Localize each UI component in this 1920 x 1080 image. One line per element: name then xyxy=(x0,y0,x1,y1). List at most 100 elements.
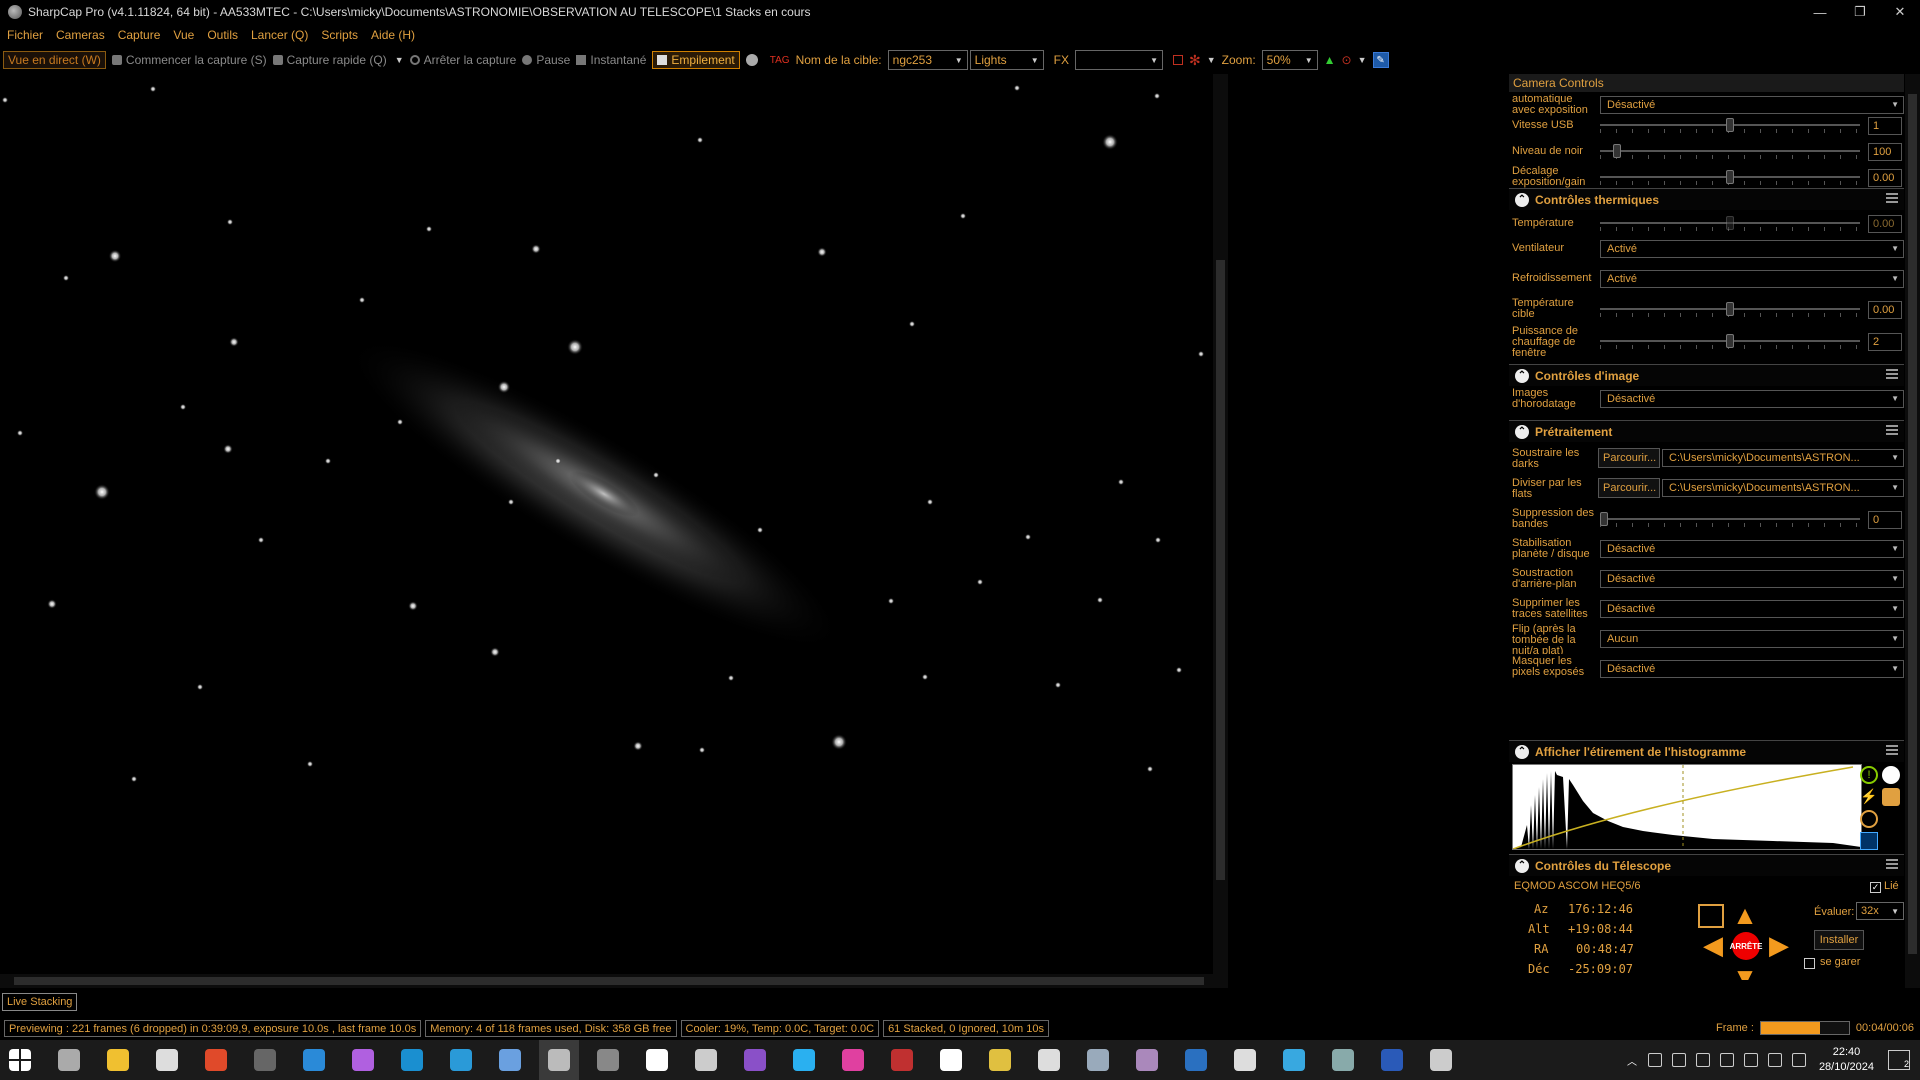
app-icon[interactable] xyxy=(1323,1040,1363,1080)
app-icon[interactable] xyxy=(1127,1040,1167,1080)
telescope-section-header[interactable]: ⌃ Contrôles du Télescope xyxy=(1509,854,1904,876)
hamburger-menu-icon[interactable] xyxy=(1886,745,1898,755)
menu-view[interactable]: Vue xyxy=(173,28,194,42)
maximize-button[interactable]: ❐ xyxy=(1840,0,1880,24)
app-icon[interactable] xyxy=(1372,1040,1412,1080)
selection-area-icon[interactable] xyxy=(1172,55,1183,65)
viewer-vertical-scrollbar[interactable] xyxy=(1213,74,1228,974)
app-icon[interactable] xyxy=(686,1040,726,1080)
start-capture-button[interactable]: Commencer la capture (S) xyxy=(111,53,267,67)
image-viewer[interactable] xyxy=(0,74,1213,974)
histogram-plot[interactable] xyxy=(1512,764,1862,850)
panel-scrollbar[interactable] xyxy=(1905,74,1920,988)
stop-capture-button[interactable]: Arrêter la capture xyxy=(409,53,516,67)
app-icon[interactable] xyxy=(1176,1040,1216,1080)
file-explorer-icon[interactable] xyxy=(98,1040,138,1080)
north-arrow-icon[interactable]: ▲ xyxy=(1730,900,1760,930)
timestamp-select[interactable]: Désactivé ▼ xyxy=(1600,390,1904,408)
app-icon[interactable] xyxy=(1274,1040,1314,1080)
app-icon[interactable] xyxy=(637,1040,677,1080)
flats-path-select[interactable]: C:\Users\micky\Documents\ASTRON... ▼ xyxy=(1662,479,1904,497)
linked-checkbox[interactable]: ✓ xyxy=(1870,882,1881,893)
histogram-section-header[interactable]: ⌃ Afficher l'étirement de l'histogramme xyxy=(1509,740,1904,762)
collapse-icon[interactable]: ⌃ xyxy=(1515,858,1529,873)
collapse-icon[interactable]: ⌃ xyxy=(1515,744,1529,759)
west-arrow-icon[interactable]: ◀ xyxy=(1698,930,1728,960)
chat-icon[interactable] xyxy=(441,1040,481,1080)
collapse-icon[interactable]: ⌃ xyxy=(1515,192,1529,207)
target-temp-slider[interactable] xyxy=(1600,302,1860,317)
cloud-icon[interactable] xyxy=(1671,1053,1686,1067)
zoom-tool-icon[interactable]: ⊙ xyxy=(1342,53,1352,67)
park-checkbox[interactable] xyxy=(1804,958,1815,969)
rate-select[interactable]: 32x ▼ xyxy=(1856,902,1904,920)
sharpcap-icon[interactable] xyxy=(539,1040,579,1080)
banding-slider[interactable] xyxy=(1600,512,1860,527)
menu-tools[interactable]: Outils xyxy=(207,28,238,42)
app-icon[interactable] xyxy=(931,1040,971,1080)
window-heater-slider[interactable] xyxy=(1600,334,1860,349)
app-icon[interactable] xyxy=(588,1040,628,1080)
close-button[interactable]: ✕ xyxy=(1880,0,1920,24)
notion-icon[interactable] xyxy=(245,1040,285,1080)
east-arrow-icon[interactable]: ▶ xyxy=(1764,930,1794,960)
chevron-up-icon[interactable]: ︿ xyxy=(1627,1053,1637,1068)
stacking-button[interactable]: Empilement xyxy=(652,51,740,69)
battery-icon[interactable] xyxy=(1719,1053,1734,1067)
crosshair-icon[interactable]: ✻ xyxy=(1189,52,1201,69)
menu-file[interactable]: Fichier xyxy=(7,28,43,42)
settings-icon[interactable] xyxy=(147,1040,187,1080)
satellite-trails-select[interactable]: Désactivé ▼ xyxy=(1600,600,1904,618)
stabilisation-select[interactable]: Désactivé ▼ xyxy=(1600,540,1904,558)
fx-combo[interactable]: ▼ xyxy=(1074,50,1163,70)
app-icon[interactable] xyxy=(735,1040,775,1080)
menu-launch[interactable]: Lancer (Q) xyxy=(251,28,308,42)
app-icon[interactable] xyxy=(196,1040,236,1080)
image-controls-section-header[interactable]: ⌃ Contrôles d'image xyxy=(1509,364,1904,386)
edge-icon[interactable] xyxy=(392,1040,432,1080)
pause-button[interactable]: Pause xyxy=(522,53,570,67)
histogram-icon[interactable]: ▲ xyxy=(1324,53,1336,67)
black-level-slider[interactable] xyxy=(1600,144,1860,159)
exposure-gain-offset-slider[interactable] xyxy=(1600,170,1860,185)
flip-select[interactable]: Aucun ▼ xyxy=(1600,630,1904,648)
sequencer-icon[interactable] xyxy=(745,54,758,66)
chevron-down-icon[interactable]: ▼ xyxy=(395,55,404,65)
app-icon[interactable] xyxy=(1029,1040,1069,1080)
menu-scripts[interactable]: Scripts xyxy=(321,28,358,42)
auto-stretch-icon[interactable]: ! xyxy=(1860,766,1878,784)
start-icon[interactable] xyxy=(0,1040,40,1080)
target-temp-value[interactable]: 0.00 xyxy=(1868,301,1902,319)
goto-icon[interactable] xyxy=(1698,904,1724,928)
messenger-icon[interactable] xyxy=(343,1040,383,1080)
lightning-icon[interactable]: ⚡ xyxy=(1860,788,1878,806)
browse-darks-button[interactable]: Parcourir... xyxy=(1598,448,1660,468)
vpn-icon[interactable] xyxy=(490,1040,530,1080)
minimize-button[interactable]: — xyxy=(1800,0,1840,24)
app-icon[interactable] xyxy=(1078,1040,1118,1080)
collapse-icon[interactable]: ⌃ xyxy=(1515,424,1529,439)
usb-speed-value[interactable]: 1 xyxy=(1868,117,1902,135)
zoom-combo[interactable]: 50% ▼ xyxy=(1261,50,1318,70)
frame-type-combo[interactable]: Lights ▼ xyxy=(969,50,1044,70)
hamburger-menu-icon[interactable] xyxy=(1886,193,1898,203)
darks-path-select[interactable]: C:\Users\micky\Documents\ASTRON... ▼ xyxy=(1662,449,1904,467)
cooling-select[interactable]: Activé ▼ xyxy=(1600,270,1904,288)
reset-icon[interactable] xyxy=(1860,810,1878,828)
save-icon[interactable] xyxy=(1860,832,1878,850)
menu-cameras[interactable]: Cameras xyxy=(56,28,105,42)
chevron-down-icon[interactable]: ▼ xyxy=(1358,55,1367,65)
quick-capture-button[interactable]: Capture rapide (Q) ▼ xyxy=(272,53,404,67)
window-heater-value[interactable]: 2 xyxy=(1868,333,1902,351)
brush-icon[interactable]: ✎ xyxy=(1372,52,1389,68)
thermal-section-header[interactable]: ⌃ Contrôles thermiques xyxy=(1509,188,1904,210)
hamburger-menu-icon[interactable] xyxy=(1886,369,1898,379)
app-icon[interactable] xyxy=(1225,1040,1265,1080)
stop-button[interactable]: ARRÊTE xyxy=(1730,932,1762,960)
menu-help[interactable]: Aide (H) xyxy=(371,28,415,42)
notification-icon[interactable]: 2 xyxy=(1888,1050,1910,1070)
display-icon[interactable] xyxy=(1695,1053,1710,1067)
app-icon[interactable] xyxy=(882,1040,922,1080)
task-view-icon[interactable] xyxy=(49,1040,89,1080)
sample-icon[interactable] xyxy=(1882,788,1900,806)
